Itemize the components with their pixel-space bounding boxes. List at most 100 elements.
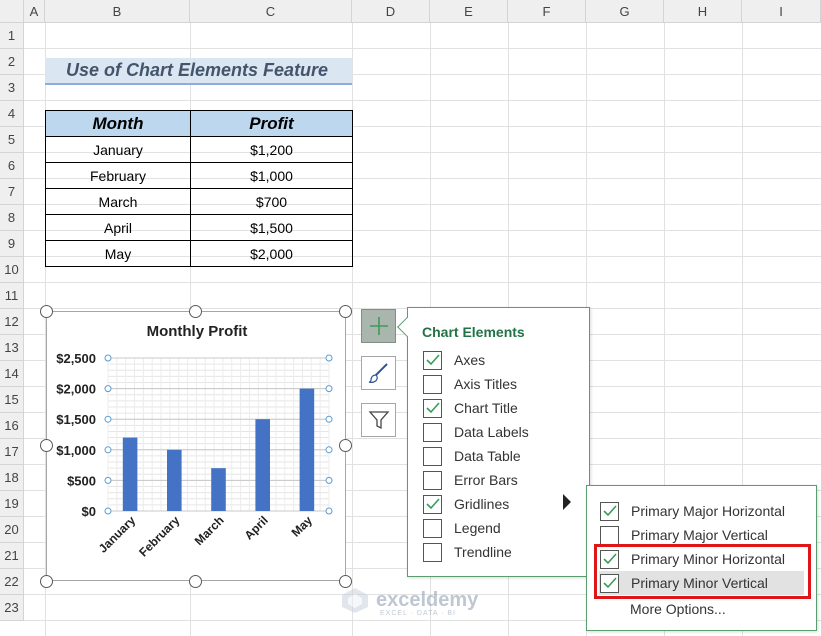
checkbox-gridlines[interactable] [423,494,442,514]
column-header-h[interactable]: H [664,0,742,23]
row-header-18[interactable]: 18 [0,465,24,491]
checkmark-icon [602,505,617,517]
chart-element-label: Error Bars [454,472,518,488]
column-header-g[interactable]: G [586,0,664,23]
checkbox-legend[interactable] [423,518,442,538]
row-header-6[interactable]: 6 [0,153,24,179]
checkbox-chart-title[interactable] [423,398,442,418]
watermark: exceldemy EXCEL · DATA · BI [340,586,478,617]
column-header-b[interactable]: B [45,0,190,23]
row-header-8[interactable]: 8 [0,205,24,231]
row-header-4[interactable]: 4 [0,101,24,127]
select-all-corner[interactable] [0,0,24,23]
more-options-label: More Options... [630,601,726,617]
column-header-d[interactable]: D [352,0,430,23]
column-header-c[interactable]: C [190,0,352,23]
row-header-3[interactable]: 3 [0,75,24,101]
chart-element-axes[interactable]: Axes [423,348,485,372]
chart-element-legend[interactable]: Legend [423,516,501,540]
bar-january [122,437,138,511]
profit-cell[interactable]: $1,000 [190,162,353,189]
resize-handle-bottom[interactable] [189,575,202,588]
column-header-i[interactable]: I [742,0,821,23]
month-cell[interactable]: January [45,136,191,163]
chart-elements-button[interactable] [361,309,396,343]
resize-handle-top-left[interactable] [40,305,53,318]
checkbox-primary-major-horizontal[interactable] [600,501,619,521]
panel-title: Chart Elements [422,324,525,340]
resize-handle-left[interactable] [40,439,53,452]
resize-handle-top[interactable] [189,305,202,318]
header-profit[interactable]: Profit [190,110,353,137]
row-header-7[interactable]: 7 [0,179,24,205]
chart-area[interactable]: Monthly Profit $0 $500 $1,000 $1,500 $2,000 $2… [46,311,346,581]
row-header-14[interactable]: 14 [0,361,24,387]
profit-cell[interactable]: $700 [190,188,353,215]
profit-cell[interactable]: $1,200 [190,136,353,163]
chart-element-label: Data Table [454,448,521,464]
chart-element-gridlines[interactable]: Gridlines [423,492,509,516]
checkbox-primary-major-vertical[interactable] [600,525,619,545]
row-header-11[interactable]: 11 [0,283,24,309]
y-tick-label: $1,000 [56,443,96,458]
row-header-1[interactable]: 1 [0,23,24,49]
gridlines-submenu-arrow-icon[interactable] [563,494,571,510]
chart-element-trendline[interactable]: Trendline [423,540,512,564]
chart-filters-button[interactable] [361,403,396,437]
header-month[interactable]: Month [45,110,191,137]
x-tick-label: May [289,513,316,540]
resize-handle-top-right[interactable] [339,305,352,318]
month-cell[interactable]: February [45,162,191,189]
column-header-a[interactable]: A [24,0,45,23]
bar-may [299,388,315,511]
profit-cell[interactable]: $2,000 [190,240,353,267]
row-header-20[interactable]: 20 [0,517,24,543]
filter-icon [368,411,389,430]
checkbox-axes[interactable] [423,350,442,370]
row-header-13[interactable]: 13 [0,335,24,361]
plot-area-handle [104,446,112,454]
resize-handle-bottom-left[interactable] [40,575,53,588]
column-header-e[interactable]: E [430,0,508,23]
checkbox-data-table[interactable] [423,446,442,466]
y-tick-label: $0 [82,504,96,519]
resize-handle-right[interactable] [339,439,352,452]
month-cell[interactable]: March [45,188,191,215]
paintbrush-icon [368,363,388,383]
checkbox-error-bars[interactable] [423,470,442,490]
row-header-9[interactable]: 9 [0,231,24,257]
checkmark-icon [425,498,440,510]
chart-element-chart-title[interactable]: Chart Title [423,396,518,420]
profit-cell[interactable]: $1,500 [190,214,353,241]
month-cell[interactable]: April [45,214,191,241]
row-header-12[interactable]: 12 [0,309,24,335]
chart-styles-button[interactable] [361,356,396,390]
chart-element-axis-titles[interactable]: Axis Titles [423,372,517,396]
title-cell[interactable]: Use of Chart Elements Feature [45,58,352,85]
month-cell[interactable]: May [45,240,191,267]
bar-march [211,468,226,511]
row-header-10[interactable]: 10 [0,257,24,283]
checkbox-axis-titles[interactable] [423,374,442,394]
checkbox-data-labels[interactable] [423,422,442,442]
data-table: Month Profit January $1,200 February $1,00… [45,110,353,267]
table-row: May $2,000 [45,240,353,267]
checkbox-trendline[interactable] [423,542,442,562]
more-options-link[interactable]: More Options... [599,597,804,621]
table-row: February $1,000 [45,162,353,189]
row-header-23[interactable]: 23 [0,595,24,621]
row-header-22[interactable]: 22 [0,569,24,595]
chart-element-data-table[interactable]: Data Table [423,444,521,468]
row-header-2[interactable]: 2 [0,49,24,75]
chart-element-label: Chart Title [454,400,518,416]
gridline-option-primary-major-horizontal[interactable]: Primary Major Horizontal [599,499,804,523]
row-header-16[interactable]: 16 [0,413,24,439]
row-header-5[interactable]: 5 [0,127,24,153]
row-header-17[interactable]: 17 [0,439,24,465]
row-header-21[interactable]: 21 [0,543,24,569]
column-header-f[interactable]: F [508,0,586,23]
chart-element-data-labels[interactable]: Data Labels [423,420,529,444]
row-header-19[interactable]: 19 [0,491,24,517]
chart-element-error-bars[interactable]: Error Bars [423,468,518,492]
row-header-15[interactable]: 15 [0,387,24,413]
